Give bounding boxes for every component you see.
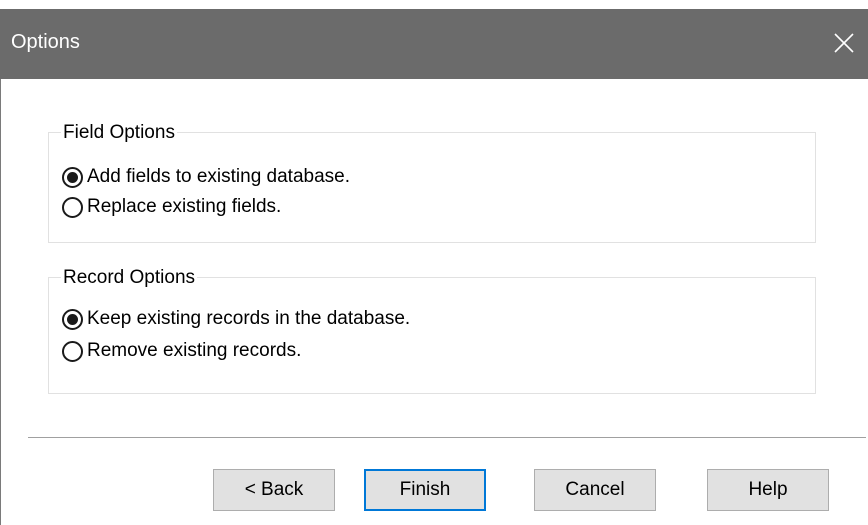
radio-keep-records[interactable]: Keep existing records in the database. — [62, 307, 410, 331]
radio-add-fields-label: Add fields to existing database. — [87, 166, 351, 187]
record-options-group: Record Options Keep existing records in … — [48, 268, 816, 394]
separator-line — [28, 437, 866, 438]
radio-keep-records-label: Keep existing records in the database. — [87, 308, 411, 329]
radio-button-checked[interactable] — [62, 308, 83, 330]
radio-remove-records[interactable]: Remove existing records. — [62, 339, 301, 363]
window-title: Options — [11, 31, 80, 53]
radio-add-fields[interactable]: Add fields to existing database. — [62, 165, 350, 189]
close-button[interactable] — [798, 9, 868, 79]
radio-replace-fields[interactable]: Replace existing fields. — [62, 195, 281, 219]
field-options-group: Field Options Add fields to existing dat… — [48, 123, 816, 243]
record-options-legend: Record Options — [61, 267, 198, 288]
radio-button-checked[interactable] — [62, 166, 83, 188]
radio-button-unchecked[interactable] — [62, 340, 83, 362]
radio-remove-records-label: Remove existing records. — [87, 340, 302, 361]
window-border — [0, 79, 1, 525]
back-button[interactable]: < Back — [213, 469, 335, 511]
close-icon — [834, 33, 854, 53]
radio-replace-fields-label: Replace existing fields. — [87, 196, 282, 217]
cancel-button[interactable]: Cancel — [534, 469, 656, 511]
title-bar: Options — [0, 9, 868, 79]
field-options-legend: Field Options — [61, 122, 177, 143]
finish-button[interactable]: Finish — [364, 469, 486, 511]
radio-button-unchecked[interactable] — [62, 196, 83, 218]
help-button[interactable]: Help — [707, 469, 829, 511]
